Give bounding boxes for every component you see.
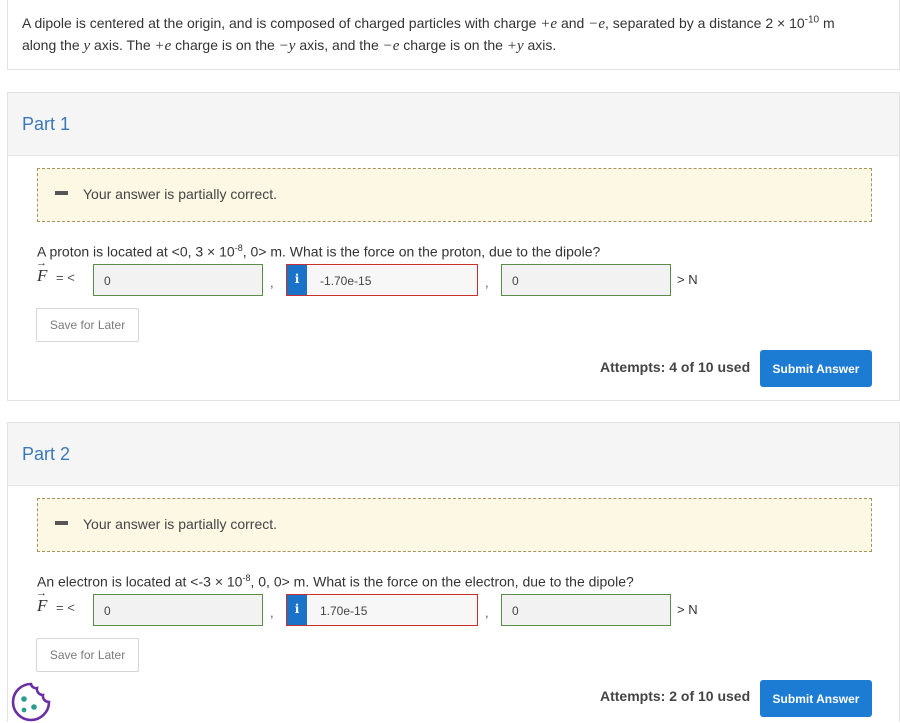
part-2-panel: Part 2 Your answer is partially correct.… [7,422,900,722]
answer-row: → F = < 0 , i -1.70e-15 , 0 > N [36,257,737,296]
unit-label: > N [677,272,698,287]
answer-y-input[interactable]: i 1.70e-15 [286,594,478,626]
answer-z-input[interactable]: 0 [501,594,671,626]
feedback-text: Your answer is partially correct. [83,186,278,202]
attempts-counter: Attempts: 2 of 10 used [600,688,751,704]
part-title: Part 2 [22,444,71,464]
part-1-header: Part 1 [8,93,899,156]
submit-answer-button[interactable]: Submit Answer [760,350,872,387]
cookie-icon[interactable] [10,681,52,723]
comma: , [485,275,489,290]
problem-statement: A dipole is centered at the origin, and … [7,0,900,70]
attempts-counter: Attempts: 4 of 10 used [600,359,751,375]
problem-line-2: along the y axis. The +e charge is on th… [22,37,557,54]
info-icon[interactable]: i [287,595,307,625]
force-vector-symbol: → F [36,257,48,285]
answer-z-input[interactable]: 0 [501,264,671,296]
info-icon[interactable]: i [287,265,307,295]
feedback-banner: Your answer is partially correct. [37,498,872,552]
part-2-header: Part 2 [8,423,899,486]
equals-open-bracket: = < [56,600,75,615]
save-for-later-button[interactable]: Save for Later [36,308,139,342]
answer-x-input[interactable]: 0 [93,594,263,626]
comma: , [485,605,489,620]
question-text: An electron is located at <-3 × 10-8, 0,… [37,573,634,590]
force-vector-symbol: → F [36,587,48,615]
answer-y-input[interactable]: i -1.70e-15 [286,264,478,296]
answer-x-input[interactable]: 0 [93,264,263,296]
comma: , [270,275,274,290]
partial-correct-icon [55,521,68,525]
feedback-text: Your answer is partially correct. [83,516,278,532]
answer-row: → F = < 0 , i 1.70e-15 , 0 > N [36,587,737,626]
partial-correct-icon [55,191,68,195]
save-for-later-button[interactable]: Save for Later [36,638,139,672]
equals-open-bracket: = < [56,270,75,285]
feedback-banner: Your answer is partially correct. [37,168,872,222]
part-1-panel: Part 1 Your answer is partially correct.… [7,92,900,401]
part-title: Part 1 [22,114,71,134]
question-text: A proton is located at <0, 3 × 10-8, 0> … [37,243,601,260]
problem-line-1: A dipole is centered at the origin, and … [22,14,835,32]
submit-answer-button[interactable]: Submit Answer [760,680,872,717]
comma: , [270,605,274,620]
unit-label: > N [677,602,698,617]
